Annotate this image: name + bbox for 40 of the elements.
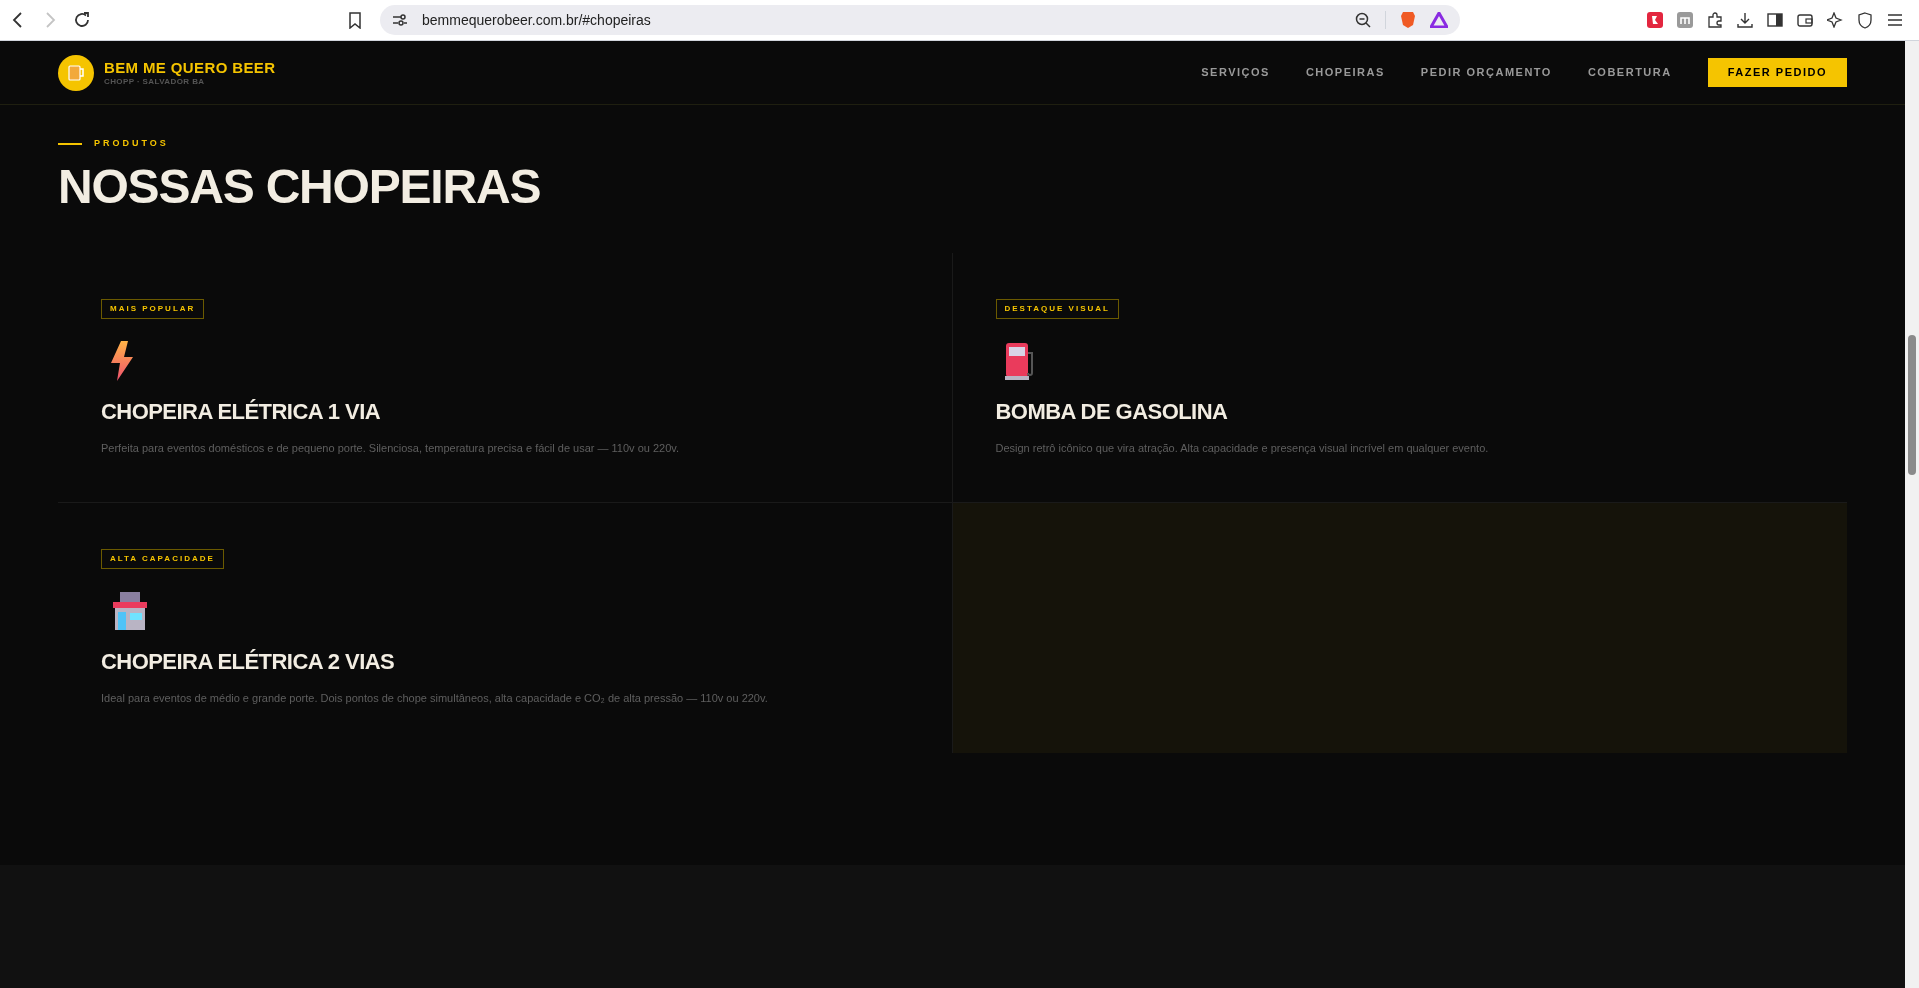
- section-eyebrow: PRODUTOS: [94, 137, 169, 150]
- product-title: CHOPEIRA ELÉTRICA 2 VIAS: [101, 647, 395, 676]
- scrollbar-thumb[interactable]: [1908, 335, 1916, 475]
- badge: MAIS POPULAR: [101, 298, 205, 319]
- brand-name[interactable]: BEM ME QUERO BEER: [104, 59, 276, 75]
- wallet-icon[interactable]: [1797, 12, 1813, 28]
- nav-link[interactable]: PEDIR ORÇAMENTO: [1420, 64, 1552, 81]
- nav-link[interactable]: COBERTURA: [1587, 64, 1672, 81]
- nav-link[interactable]: CHOPEIRAS: [1305, 64, 1385, 81]
- sparkle-icon[interactable]: [1827, 12, 1843, 28]
- product-title: CHOPEIRA ELÉTRICA 1 VIA: [101, 397, 381, 426]
- extension-icon[interactable]: [1677, 12, 1693, 28]
- reload-icon[interactable]: [74, 11, 92, 29]
- menu-icon[interactable]: [1887, 13, 1903, 27]
- address-bar[interactable]: bemmequerobeer.com.br/#chopeiras: [380, 5, 1460, 35]
- site-settings-icon[interactable]: [392, 13, 408, 27]
- badge: DESTAQUE VISUAL: [995, 298, 1119, 319]
- triangle-icon[interactable]: [1430, 12, 1448, 28]
- url-text: bemmequerobeer.com.br/#chopeiras: [422, 10, 652, 30]
- badge: ALTA CAPACIDADE: [101, 548, 224, 569]
- extension-icon[interactable]: [1647, 12, 1663, 28]
- sidebar-icon[interactable]: [1767, 12, 1783, 28]
- product-description: Ideal para eventos de médio e grande porte. Dois pontos de chope simultâneos, alta capacidade e CO₂ de alta pressão — 110v ou 220v.: [101, 690, 768, 706]
- section-title: NOSSAS CHOPEIRAS: [58, 162, 542, 211]
- product-description: Design retrô icônico que vira atração. Alta capacidade e presença visual incrível em qualquer evento.: [995, 440, 1489, 456]
- product-title: BOMBA DE GASOLINA: [995, 397, 1228, 426]
- fuel-pump-icon: [1003, 340, 1036, 381]
- lion-shield-icon[interactable]: [1400, 11, 1416, 29]
- zoom-out-icon[interactable]: [1355, 12, 1371, 28]
- order-button[interactable]: FAZER PEDIDO: [1707, 58, 1847, 87]
- beer-mug-logo[interactable]: [58, 54, 94, 91]
- lightning-bolt-icon: [109, 340, 135, 381]
- download-icon[interactable]: [1737, 12, 1753, 28]
- brand-tagline: CHOPP · SALVADOR BA: [104, 77, 206, 86]
- scrollbar[interactable]: [1905, 41, 1919, 988]
- shield-icon[interactable]: [1857, 11, 1873, 29]
- product-description: Perfeita para eventos domésticos e de pequeno porte. Silenciosa, temperatura precisa e fácil de usar — 110v ou 220v.: [101, 440, 680, 456]
- bookmark-icon[interactable]: [348, 11, 362, 29]
- nav-link[interactable]: SERVIÇOS: [1201, 64, 1270, 81]
- puzzle-icon[interactable]: [1707, 12, 1723, 28]
